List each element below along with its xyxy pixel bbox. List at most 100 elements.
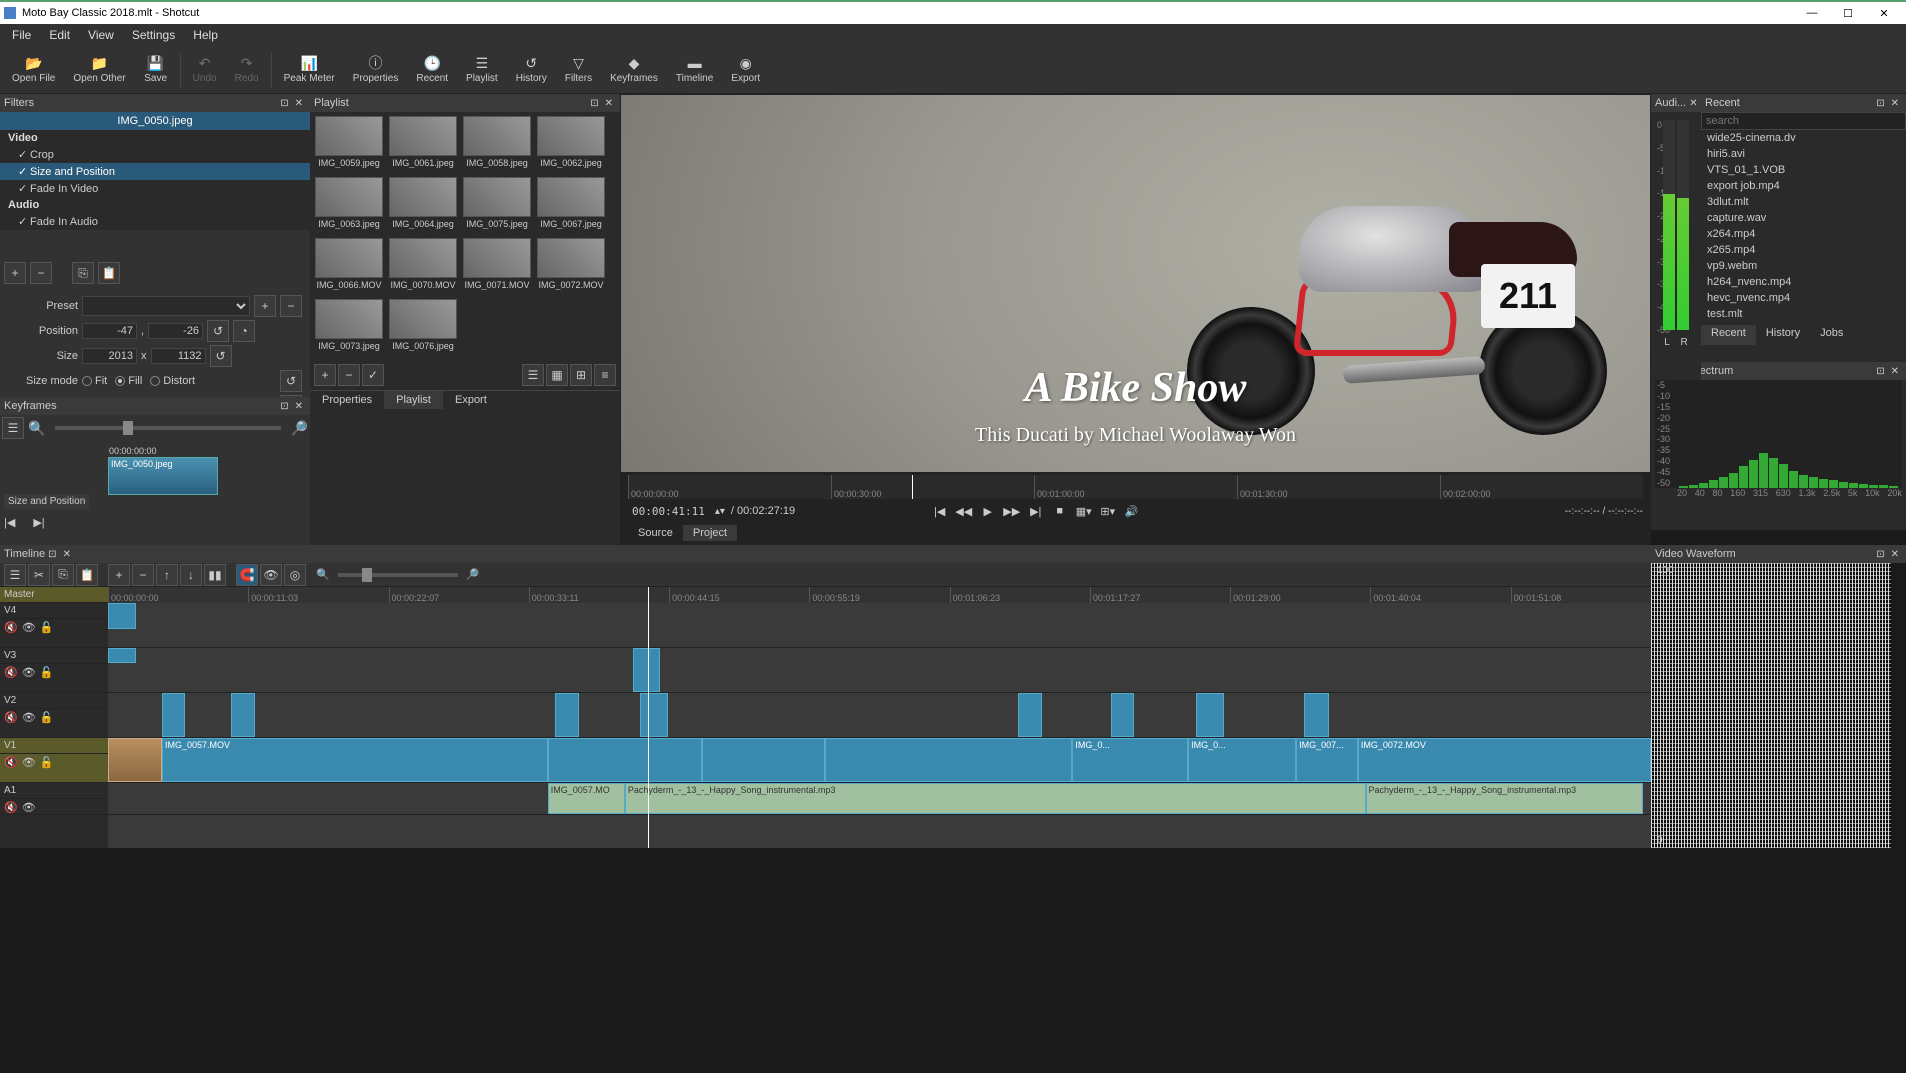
clip[interactable]: IMG_0... bbox=[1072, 738, 1188, 782]
save-button[interactable]: 💾Save bbox=[136, 53, 176, 86]
track-mute-icon[interactable]: 🔇 bbox=[4, 666, 18, 679]
copy-filter-button[interactable]: ⎘ bbox=[72, 262, 94, 284]
history-button[interactable]: ↺History bbox=[508, 53, 555, 86]
playlist-item[interactable]: IMG_0070.MOV bbox=[388, 238, 458, 295]
track-v3[interactable] bbox=[108, 648, 1651, 693]
playlist-item[interactable]: IMG_0064.jpeg bbox=[388, 177, 458, 234]
spectrum-undock-icon[interactable]: ⊡ bbox=[1873, 366, 1887, 377]
zoom-out-icon[interactable]: 🔍 bbox=[28, 420, 45, 437]
tl-zoom-in-icon[interactable]: 🔎 bbox=[466, 568, 480, 581]
track-lock-icon[interactable]: 🔓 bbox=[40, 711, 54, 724]
fforward-button[interactable]: ▶▶ bbox=[1003, 502, 1021, 520]
track-hide-icon[interactable]: 👁 bbox=[22, 666, 36, 679]
track-lock-icon[interactable]: 🔓 bbox=[40, 621, 54, 634]
keyframes-close-icon[interactable]: ✕ bbox=[292, 401, 306, 412]
filters-close-icon[interactable]: ✕ bbox=[292, 98, 306, 109]
track-hide-icon[interactable]: 👁 bbox=[22, 756, 36, 769]
recent-item[interactable]: hevc_nvenc.mp4 bbox=[1701, 290, 1906, 306]
playlist-item[interactable]: IMG_0062.jpeg bbox=[536, 116, 606, 173]
keyframes-undock-icon[interactable]: ⊡ bbox=[277, 401, 291, 412]
clip[interactable] bbox=[231, 693, 254, 737]
volume-button[interactable]: 🔊 bbox=[1123, 502, 1141, 520]
paste-filter-button[interactable]: 📋 bbox=[98, 262, 120, 284]
clip[interactable] bbox=[1111, 693, 1134, 737]
timeline-close-icon[interactable]: ✕ bbox=[60, 549, 74, 560]
track-v3-head[interactable]: V3 bbox=[0, 648, 108, 664]
clip[interactable] bbox=[555, 693, 578, 737]
filter-fade-in-video[interactable]: ✓Fade In Video bbox=[0, 180, 310, 197]
recent-tab-history[interactable]: History bbox=[1756, 325, 1810, 345]
clip[interactable] bbox=[825, 738, 1072, 782]
source-tab[interactable]: Source bbox=[628, 525, 683, 541]
undo-button[interactable]: ↶Undo bbox=[185, 53, 225, 86]
preview-viewport[interactable]: 211 A Bike Show This Ducati by Michael W… bbox=[621, 95, 1650, 472]
recent-item[interactable]: 3dlut.mlt bbox=[1701, 194, 1906, 210]
open-other-button[interactable]: 📁Open Other bbox=[65, 53, 133, 86]
tl-zoom-slider[interactable] bbox=[338, 573, 458, 577]
track-mute-icon[interactable]: 🔇 bbox=[4, 801, 18, 814]
rewind-button[interactable]: ◀◀ bbox=[955, 502, 973, 520]
kf-clip[interactable]: IMG_0050.jpeg bbox=[108, 457, 218, 495]
zoom-in-icon[interactable]: 🔎 bbox=[291, 420, 308, 437]
zoom-menu-button[interactable]: ▦▾ bbox=[1075, 502, 1093, 520]
kf-prev-button[interactable]: |◀ bbox=[4, 516, 15, 529]
playlist-button[interactable]: ☰Playlist bbox=[458, 53, 506, 86]
sizemode-reset-button[interactable]: ↺ bbox=[280, 370, 302, 392]
preview-ruler[interactable]: 00:00:00:00 00:00:30:00 00:01:00:00 00:0… bbox=[628, 475, 1643, 499]
redo-button[interactable]: ↷Redo bbox=[227, 53, 267, 86]
tl-scrub-button[interactable]: 👁 bbox=[260, 564, 282, 586]
filter-size-position[interactable]: ✓Size and Position bbox=[0, 163, 310, 180]
timeline-playhead[interactable] bbox=[648, 587, 649, 848]
track-lock-icon[interactable]: 🔓 bbox=[40, 666, 54, 679]
tl-lift-button[interactable]: ↑ bbox=[156, 564, 178, 586]
filter-fade-in-audio[interactable]: ✓Fade In Audio bbox=[0, 213, 310, 230]
track-hide-icon[interactable]: 👁 bbox=[22, 621, 36, 634]
timeline-undock-icon[interactable]: ⊡ bbox=[45, 549, 59, 560]
recent-search-input[interactable] bbox=[1701, 112, 1906, 130]
waveform-undock-icon[interactable]: ⊡ bbox=[1873, 549, 1887, 560]
tl-ripple-button[interactable]: ◎ bbox=[284, 564, 306, 586]
clip[interactable]: IMG_007... bbox=[1296, 738, 1358, 782]
delete-preset-button[interactable]: − bbox=[280, 295, 302, 317]
menu-view[interactable]: View bbox=[80, 26, 122, 44]
recent-undock-icon[interactable]: ⊡ bbox=[1873, 98, 1887, 109]
tl-copy-button[interactable]: ⎘ bbox=[52, 564, 74, 586]
timeline-ruler[interactable]: 00:00:00:0000:00:11:0300:00:22:0700:00:3… bbox=[108, 587, 1651, 603]
tl-paste-button[interactable]: 📋 bbox=[76, 564, 98, 586]
playlist-item[interactable]: IMG_0067.jpeg bbox=[536, 177, 606, 234]
tl-delete-button[interactable]: − bbox=[132, 564, 154, 586]
recent-item[interactable]: VTS_01_1.VOB bbox=[1701, 162, 1906, 178]
pos-keyframe-button[interactable]: ◔ bbox=[233, 320, 255, 342]
clip[interactable] bbox=[1304, 693, 1329, 737]
playlist-item[interactable]: IMG_0071.MOV bbox=[462, 238, 532, 295]
pl-add-button[interactable]: + bbox=[314, 364, 336, 386]
tl-cut-button[interactable]: ✂ bbox=[28, 564, 50, 586]
audio-clip[interactable]: Pachyderm_-_13_-_Happy_Song_instrumental… bbox=[625, 783, 1366, 814]
pl-view-tiles-button[interactable]: ▦ bbox=[546, 364, 568, 386]
tl-zoom-out-icon[interactable]: 🔍 bbox=[316, 568, 330, 581]
size-h-input[interactable] bbox=[151, 348, 206, 364]
current-timecode[interactable]: 00:00:41:11 bbox=[628, 503, 709, 520]
recent-item[interactable]: export job.mp4 bbox=[1701, 178, 1906, 194]
track-v1-head[interactable]: V1 bbox=[0, 738, 108, 754]
track-mute-icon[interactable]: 🔇 bbox=[4, 621, 18, 634]
playlist-item[interactable]: IMG_0073.jpeg bbox=[314, 299, 384, 356]
peak-meter-button[interactable]: 📊Peak Meter bbox=[276, 53, 343, 86]
kf-zoom-slider[interactable] bbox=[55, 426, 280, 430]
recent-tab-recent[interactable]: Recent bbox=[1701, 325, 1756, 345]
pos-reset-button[interactable]: ↺ bbox=[207, 320, 229, 342]
sizemode-fill[interactable]: Fill bbox=[115, 375, 142, 387]
sizemode-distort[interactable]: Distort bbox=[150, 375, 195, 387]
spectrum-close-icon[interactable]: ✕ bbox=[1888, 366, 1902, 377]
tc-stepper[interactable]: ▴▾ bbox=[715, 506, 725, 517]
pl-update-button[interactable]: ✓ bbox=[362, 364, 384, 386]
remove-filter-button[interactable]: − bbox=[30, 262, 52, 284]
track-hide-icon[interactable]: 👁 bbox=[22, 711, 36, 724]
tab-properties[interactable]: Properties bbox=[310, 391, 384, 409]
timeline-button[interactable]: ▬Timeline bbox=[668, 53, 721, 86]
clip[interactable] bbox=[548, 738, 702, 782]
clip[interactable] bbox=[108, 648, 136, 663]
track-mute-icon[interactable]: 🔇 bbox=[4, 756, 18, 769]
recent-item[interactable]: test.mlt bbox=[1701, 306, 1906, 322]
pos-x-input[interactable] bbox=[82, 323, 137, 339]
